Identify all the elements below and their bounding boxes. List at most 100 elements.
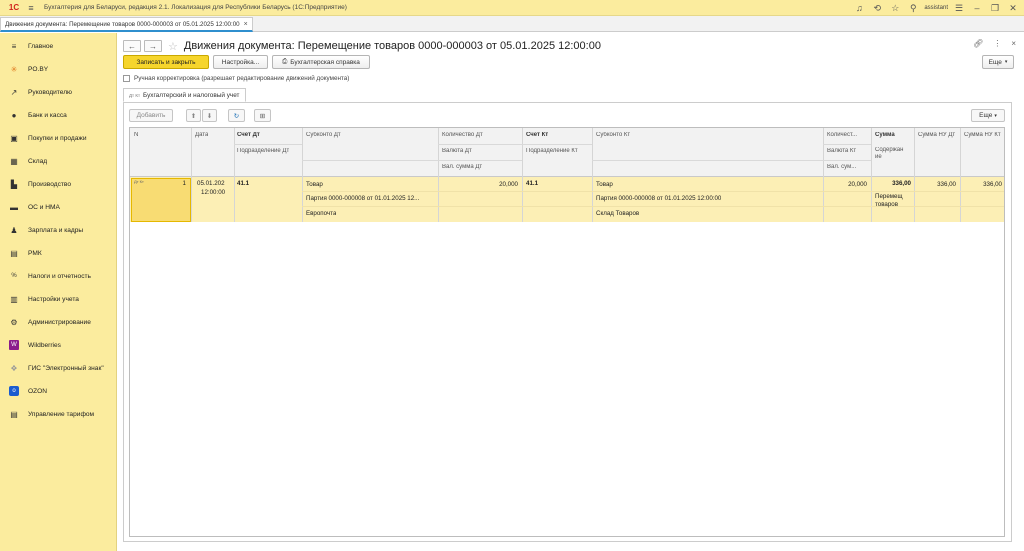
page-title: Движения документа: Перемещение товаров …: [183, 40, 601, 52]
user-name[interactable]: assistant: [924, 5, 948, 11]
sidebar-item-label: ОС и НМА: [28, 203, 60, 211]
sidebar-item-gis[interactable]: ❖ ГИС "Электронный знак": [0, 358, 117, 378]
sidebar-item-rmk[interactable]: ▤ РМК: [0, 243, 117, 263]
close-form-icon[interactable]: ×: [1011, 39, 1016, 48]
sidebar-item-poby[interactable]: ✳ PO.BY: [0, 59, 117, 79]
panel-more-button[interactable]: Еще ▾: [971, 109, 1005, 122]
sidebar-item-production[interactable]: ▙ Производство: [0, 174, 117, 194]
link-icon[interactable]: 🔗︎: [973, 39, 983, 48]
list-icon: ▤: [10, 409, 18, 419]
header-sum-nu-dt[interactable]: Сумма НУ Дт: [918, 132, 958, 139]
sidebar-item-bank[interactable]: ● Банк и касса: [0, 105, 117, 125]
wb-icon: W: [9, 340, 19, 350]
sidebar-item-label: Производство: [28, 180, 71, 188]
header-account-kt[interactable]: Счет Кт: [526, 132, 548, 139]
sidebar-item-salary[interactable]: ♟ Зарплата и кадры: [0, 220, 117, 240]
trend-icon: ↗: [10, 87, 18, 97]
person-icon: ♟: [10, 225, 18, 235]
tab-accounting[interactable]: Дт Кт Бухгалтерский и налоговый учет: [123, 88, 246, 102]
hamburger-menu-icon[interactable]: ≡: [24, 1, 38, 15]
row-dt-kt-icon: Дт Кт: [134, 179, 144, 184]
header-sum[interactable]: Сумма: [875, 132, 895, 139]
cart-icon: ▣: [10, 133, 18, 143]
sidebar-item-wildberries[interactable]: W Wildberries: [0, 335, 117, 355]
header-subconto-kt[interactable]: Субконто Кт: [596, 132, 630, 139]
sidebar-item-settings[interactable]: ▥ Настройки учета: [0, 289, 117, 309]
sidebar-item-label: PO.BY: [28, 65, 49, 73]
manual-adjust-checkbox[interactable]: [123, 75, 130, 82]
sidebar-item-admin[interactable]: ⚙ Администрирование: [0, 312, 117, 332]
sidebar-item-label: ГИС "Электронный знак": [28, 364, 104, 372]
sidebar-item-assets[interactable]: ▬ ОС и НМА: [0, 197, 117, 217]
restore-icon[interactable]: ❐: [988, 1, 1002, 15]
header-qty-kt[interactable]: Количест...: [827, 132, 857, 139]
report-settings-button[interactable]: ⊞: [254, 109, 271, 122]
add-button[interactable]: Добавить: [129, 109, 173, 122]
star-icon[interactable]: ☆: [888, 1, 902, 15]
header-cur-sum-dt[interactable]: Вал. сумма Дт: [442, 164, 482, 171]
settings-button[interactable]: Настройка...: [213, 55, 268, 69]
move-up-button[interactable]: ⬆: [186, 109, 201, 122]
sidebar-item-main[interactable]: ≡ Главное: [0, 36, 117, 56]
cell-subconto-dt-3: Европочта: [306, 210, 337, 217]
cell-sum-nu-dt: 336,00: [937, 181, 956, 188]
header-currency-dt[interactable]: Валюта Дт: [442, 148, 472, 155]
header-content[interactable]: Содержан ие: [875, 147, 911, 161]
back-button[interactable]: ←: [123, 40, 141, 52]
history-icon[interactable]: ⟲: [870, 1, 884, 15]
entries-table[interactable]: N Дата Счет Дт Подразделение Дт Субконто…: [129, 127, 1005, 537]
sidebar-item-label: РМК: [28, 249, 42, 257]
arrow-right-icon: →: [149, 41, 157, 51]
header-account-dt[interactable]: Счет Дт: [237, 132, 260, 139]
title-bar-tools: ♫ ⟲ ☆ ⚲ assistant ☰ – ❐ ✕: [852, 0, 1020, 16]
hamburger-icon: ≡: [11, 41, 17, 51]
document-header: ← → ☆ Движения документа: Перемещение то…: [123, 39, 601, 53]
tax-icon: %: [11, 273, 17, 279]
bell-icon[interactable]: ♫: [852, 1, 866, 15]
report-button[interactable]: ⎙ Бухгалтерская справка: [272, 55, 370, 69]
sidebar-item-tariff[interactable]: ▤ Управление тарифом: [0, 404, 117, 424]
more-button[interactable]: Еще ▾: [982, 55, 1014, 69]
header-sum-nu-kt[interactable]: Сумма НУ Кт: [964, 132, 1004, 139]
table-row[interactable]: [130, 177, 1004, 222]
header-currency-kt[interactable]: Валюта Кт: [827, 148, 856, 155]
close-tab-icon[interactable]: ×: [244, 21, 248, 28]
search-icon[interactable]: ⚲: [906, 1, 920, 15]
sidebar-item-label: Налоги и отчетность: [28, 272, 91, 280]
header-division-dt[interactable]: Подразделение Дт: [237, 148, 289, 155]
arrow-up-icon: ⬆: [190, 112, 197, 120]
forward-button[interactable]: →: [144, 40, 162, 52]
bank-icon: ●: [11, 110, 17, 120]
refresh-button[interactable]: ↻: [228, 109, 245, 122]
save-close-button[interactable]: Записать и закрыть: [123, 55, 209, 69]
header-n[interactable]: N: [134, 132, 138, 139]
title-bar: 1С ≡ Бухгалтерия для Беларуси, редакция …: [0, 0, 1024, 16]
header-subconto-dt[interactable]: Субконто Дт: [306, 132, 341, 139]
close-icon[interactable]: ✕: [1006, 1, 1020, 15]
warehouse-icon: ▦: [10, 156, 18, 166]
cell-sum: 336,00: [892, 180, 911, 187]
favorite-star-icon[interactable]: ☆: [168, 40, 178, 53]
minimize-icon[interactable]: –: [970, 1, 984, 15]
header-qty-dt[interactable]: Количество Дт: [442, 132, 483, 139]
arrow-down-icon: ⬇: [206, 112, 213, 120]
sidebar-item-ozon[interactable]: o OZON: [0, 381, 117, 401]
sidebar-item-manager[interactable]: ↗ Руководителю: [0, 82, 117, 102]
sidebar-item-label: Зарплата и кадры: [28, 226, 84, 234]
document-tab[interactable]: Движения документа: Перемещение товаров …: [0, 17, 253, 32]
header-date[interactable]: Дата: [195, 132, 208, 139]
document-tab-label: Движения документа: Перемещение товаров …: [5, 20, 240, 28]
sidebar: ≡ Главное ✳ PO.BY ↗ Руководителю ● Банк и ка…: [0, 33, 117, 551]
sidebar-item-taxes[interactable]: % Налоги и отчетность: [0, 266, 117, 286]
move-down-button[interactable]: ⬇: [202, 109, 217, 122]
sidebar-item-warehouse[interactable]: ▦ Склад: [0, 151, 117, 171]
header-cur-sum-kt[interactable]: Вал. сум...: [827, 164, 856, 171]
arrow-left-icon: ←: [128, 41, 136, 51]
truck-icon: ▬: [10, 202, 18, 212]
header-division-kt[interactable]: Подразделение Кт: [526, 148, 590, 155]
sidebar-item-purchases[interactable]: ▣ Покупки и продажи: [0, 128, 117, 148]
more-vertical-icon[interactable]: ⋮: [993, 39, 1001, 48]
sidebar-item-label: Банк и касса: [28, 111, 67, 119]
manual-adjust-label: Ручная корректировка (разрешает редактир…: [134, 75, 350, 82]
settings-menu-icon[interactable]: ☰: [952, 1, 966, 15]
